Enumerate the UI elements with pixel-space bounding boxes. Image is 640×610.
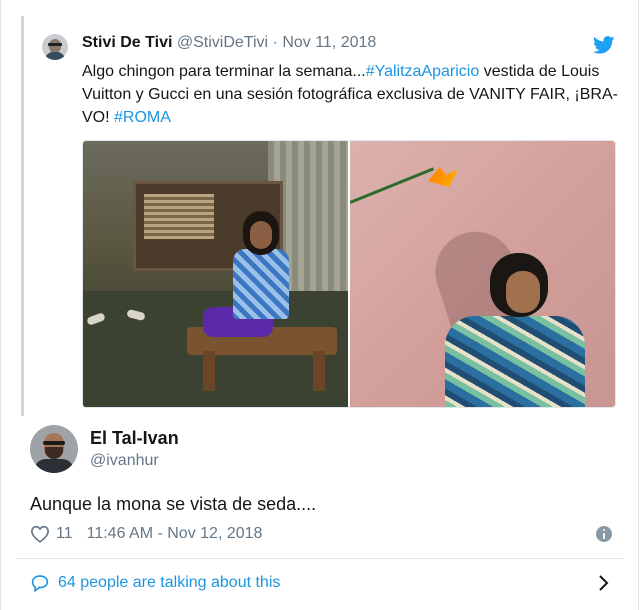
tweet-meta-row: 11 11:46 AM - Nov 12, 2018 (30, 524, 262, 544)
quoted-tweet-header: Stivi De Tivi @StiviDeTivi · Nov 11, 201… (82, 34, 376, 52)
photo-bench-leg (313, 351, 325, 391)
avatar-shirt (34, 459, 74, 473)
talking-about-text: 64 people are talking about this (58, 574, 281, 591)
photo-person-body (233, 249, 289, 319)
card-left-border (0, 0, 1, 610)
quoted-author-handle[interactable]: @StiviDeTivi (177, 34, 268, 51)
photo-right[interactable] (350, 141, 615, 407)
reply-author-name[interactable]: El Tal-Ivan (90, 428, 179, 449)
photo-left[interactable] (83, 141, 348, 407)
quoted-author-avatar[interactable] (42, 34, 68, 60)
info-icon[interactable] (596, 526, 612, 542)
chevron-right-icon[interactable] (598, 574, 610, 592)
header-separator: · (272, 34, 278, 51)
avatar-glasses (43, 441, 65, 445)
card-right-border (638, 0, 639, 610)
embedded-tweet-card: Stivi De Tivi @StiviDeTivi · Nov 11, 201… (0, 0, 640, 610)
tweet-text-start: Algo chingon para terminar la semana... (82, 63, 366, 80)
photo-person-body (445, 316, 585, 407)
photo-radio-grille (144, 194, 214, 239)
quoted-author-name[interactable]: Stivi De Tivi (82, 34, 172, 51)
tweet-media-grid (82, 140, 616, 408)
hashtag-yalitza-link[interactable]: #YalitzaAparicio (366, 63, 480, 80)
like-count[interactable]: 11 (56, 525, 73, 543)
avatar-body (45, 52, 65, 60)
reply-author-handle[interactable]: @ivanhur (90, 452, 159, 470)
avatar-beard (45, 447, 63, 459)
photo-flower-stem (350, 167, 435, 204)
hashtag-roma-link[interactable]: #ROMA (114, 109, 171, 126)
avatar-face (49, 39, 61, 53)
photo-person-face (250, 221, 272, 249)
photo-bench-leg (203, 351, 215, 391)
twitter-bird-icon[interactable] (593, 36, 615, 54)
quoted-tweet[interactable]: Stivi De Tivi @StiviDeTivi · Nov 11, 201… (21, 16, 631, 416)
tweet-timestamp[interactable]: 11:46 AM - Nov 12, 2018 (87, 525, 263, 543)
reply-tweet-text: Aunque la mona se vista de seda.... (30, 494, 317, 514)
avatar-glasses (48, 43, 62, 46)
quoted-tweet-date[interactable]: Nov 11, 2018 (282, 34, 376, 51)
photo-person-face (506, 271, 540, 313)
reply-author-avatar[interactable] (30, 425, 78, 473)
speech-bubble-icon (31, 575, 49, 592)
footer-divider (16, 558, 624, 559)
heart-icon[interactable] (30, 525, 50, 543)
quoted-tweet-text: Algo chingon para terminar la semana...#… (82, 60, 622, 129)
conversation-link[interactable]: 64 people are talking about this (30, 572, 280, 594)
